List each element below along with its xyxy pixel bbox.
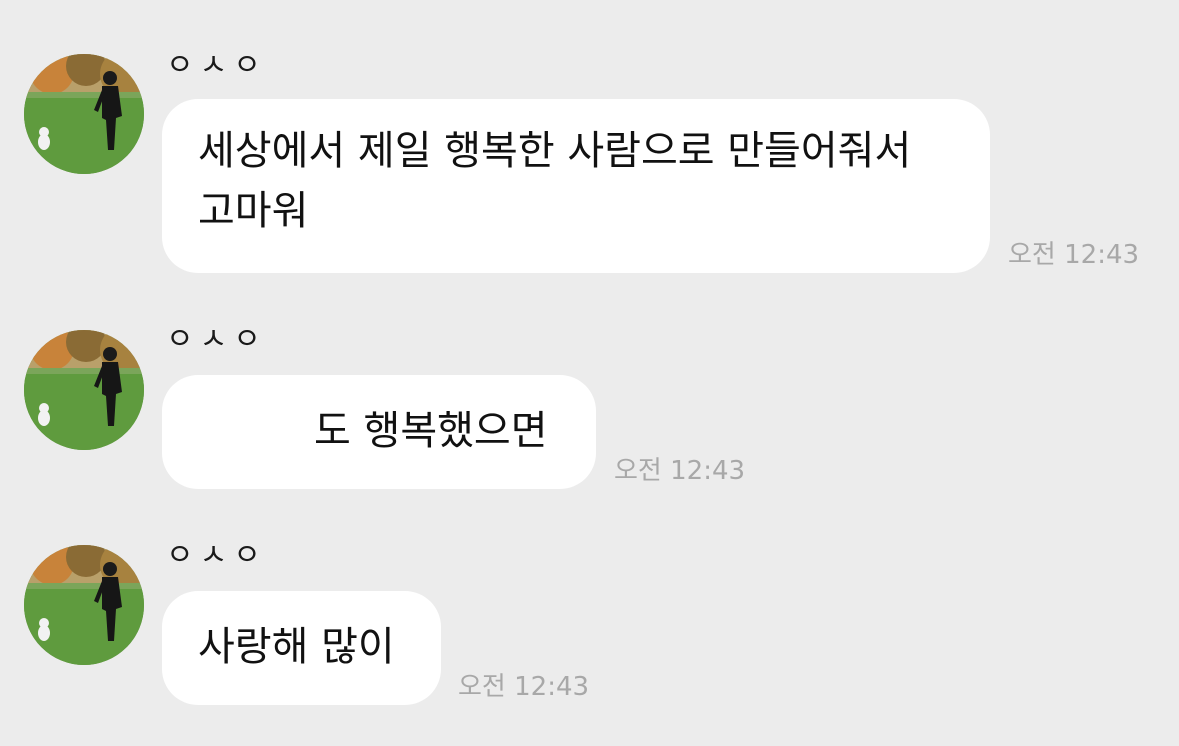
message-bubble[interactable]: 도 행복했으면 [162,375,596,489]
message-text-line: 고마워 [198,188,309,234]
avatar-photo-icon [24,330,144,450]
message-timestamp: 오전 12:43 [1008,240,1140,270]
avatar-photo-icon [24,54,144,174]
avatar[interactable] [24,54,144,174]
message-text-line: 도 행복했으면 [314,408,548,454]
message-bubble[interactable]: 세상에서 제일 행복한 사람으로 만들어줘서 고마워 [162,99,990,273]
avatar-photo-icon [24,545,144,665]
sender-name: ㅇㅅㅇ [166,48,267,83]
message-text-line: 세상에서 제일 행복한 사람으로 만들어줘서 [198,128,912,174]
avatar[interactable] [24,545,144,665]
message-timestamp: 오전 12:43 [458,672,590,702]
message-bubble[interactable]: 사랑해 많이 [162,591,441,705]
message-timestamp: 오전 12:43 [614,456,746,486]
sender-name: ㅇㅅㅇ [166,538,267,573]
avatar[interactable] [24,330,144,450]
message-text-line: 사랑해 많이 [198,624,395,670]
sender-name: ㅇㅅㅇ [166,322,267,357]
chat-screen: { "messages": [ { "sender": "ㅇㅅㅇ", "line… [0,0,1179,746]
